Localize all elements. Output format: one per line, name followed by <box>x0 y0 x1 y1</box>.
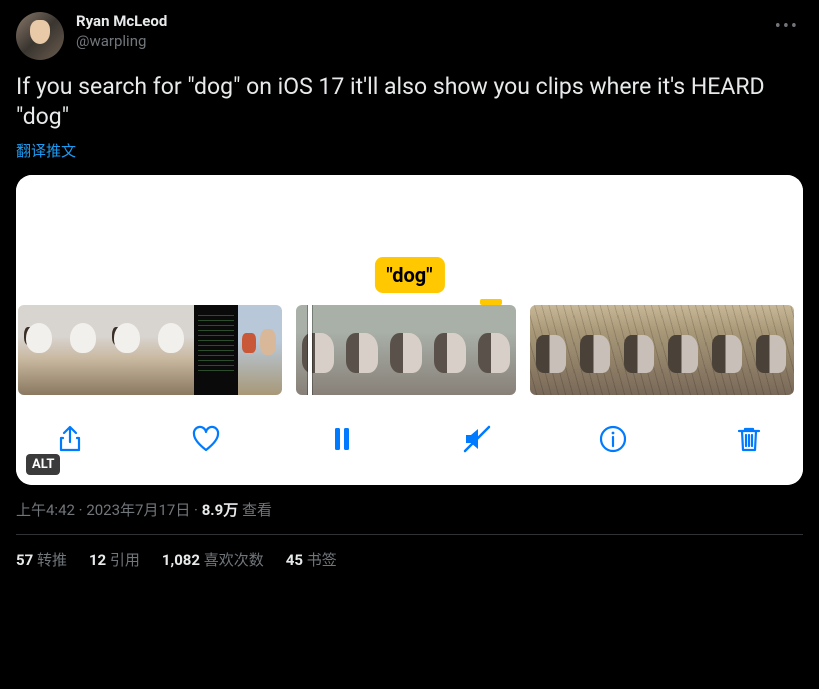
clip-group-2[interactable] <box>296 305 516 395</box>
tweet-text: If you search for "dog" on iOS 17 it'll … <box>16 72 803 132</box>
mute-button[interactable] <box>457 419 497 459</box>
clip-frame <box>238 305 282 395</box>
mute-icon <box>461 423 493 455</box>
clip-frame <box>750 305 794 395</box>
bookmarks-stat[interactable]: 45 书签 <box>286 549 337 570</box>
info-icon <box>597 423 629 455</box>
video-filmstrip[interactable] <box>16 305 803 395</box>
user-info[interactable]: Ryan McLeod @warpling <box>76 12 759 51</box>
tweet-time[interactable]: 上午4:42 <box>16 501 75 519</box>
clip-frame <box>106 305 150 395</box>
media-toolbar <box>16 395 803 485</box>
clip-frame <box>428 305 472 395</box>
trash-icon <box>733 423 765 455</box>
pause-icon <box>326 423 358 455</box>
more-icon[interactable]: ••• <box>771 12 803 41</box>
clip-frame <box>62 305 106 395</box>
translate-link[interactable]: 翻译推文 <box>16 140 76 161</box>
clip-frame <box>18 305 62 395</box>
clip-frame <box>530 305 574 395</box>
clip-group-1[interactable] <box>18 305 282 395</box>
media-card[interactable]: "dog" <box>16 175 803 485</box>
tweet-meta: 上午4:42 · 2023年7月17日 · 8.9万 查看 <box>16 499 803 535</box>
views-label: 查看 <box>238 501 272 519</box>
delete-button[interactable] <box>729 419 769 459</box>
clip-frame <box>150 305 194 395</box>
views-count: 8.9万 <box>202 501 239 519</box>
likes-stat[interactable]: 1,082 喜欢次数 <box>162 549 264 570</box>
tweet-container: Ryan McLeod @warpling ••• If you search … <box>0 0 819 582</box>
like-button[interactable] <box>186 419 226 459</box>
clip-frame <box>574 305 618 395</box>
search-term-label: "dog" <box>374 257 444 293</box>
tweet-header: Ryan McLeod @warpling ••• <box>16 12 803 60</box>
clip-frame <box>706 305 750 395</box>
clip-frame <box>296 305 340 395</box>
clip-group-3[interactable] <box>530 305 794 395</box>
clip-frame <box>662 305 706 395</box>
pause-button[interactable] <box>322 419 362 459</box>
clip-frame <box>194 305 238 395</box>
info-button[interactable] <box>593 419 633 459</box>
display-name: Ryan McLeod <box>76 12 759 32</box>
playhead[interactable] <box>308 305 312 395</box>
avatar[interactable] <box>16 12 64 60</box>
tweet-stats: 57 转推 12 引用 1,082 喜欢次数 45 书签 <box>16 535 803 570</box>
clip-frame <box>618 305 662 395</box>
share-icon <box>54 423 86 455</box>
share-button[interactable] <box>50 419 90 459</box>
retweets-stat[interactable]: 57 转推 <box>16 549 67 570</box>
clip-frame <box>384 305 428 395</box>
alt-badge[interactable]: ALT <box>26 454 60 475</box>
tweet-date[interactable]: 2023年7月17日 <box>86 501 190 519</box>
user-handle: @warpling <box>76 32 759 52</box>
clip-frame <box>472 305 516 395</box>
media-top-area: "dog" <box>16 175 803 305</box>
clip-frame <box>340 305 384 395</box>
quotes-stat[interactable]: 12 引用 <box>89 549 140 570</box>
heart-icon <box>190 423 222 455</box>
